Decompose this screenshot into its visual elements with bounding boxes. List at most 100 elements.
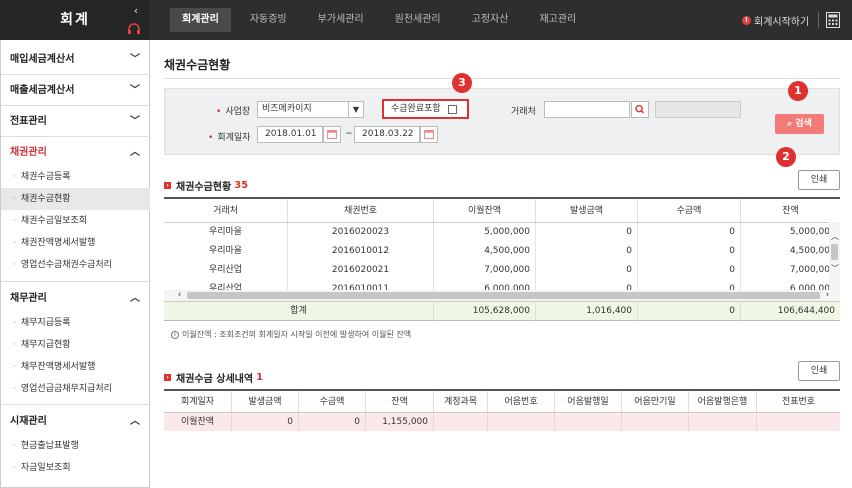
- table-cell: 0: [638, 242, 741, 261]
- start-accounting-link[interactable]: ! 회계시작하기: [742, 12, 809, 28]
- column-header[interactable]: 잔액: [741, 199, 840, 222]
- nav-tab-fixed-assets[interactable]: 고정자산: [460, 8, 521, 32]
- status-grid-header: 거래처 채권번호 이월잔액 발생금액 수금액 잔액: [164, 199, 840, 223]
- chevron-down-icon: ▼: [348, 102, 363, 117]
- column-header[interactable]: 어음발행은행: [689, 391, 757, 412]
- page-title: 채권수금현황: [164, 58, 231, 72]
- sidebar-item-payable-status[interactable]: 채무지급현황: [1, 334, 150, 356]
- table-cell: 2016020021: [288, 261, 434, 280]
- sidebar-section-sales-invoice[interactable]: 매출세금계산서 ﹀: [1, 76, 150, 106]
- sidebar-item-advance-receipt[interactable]: 영업선수금채권수금처리: [1, 254, 150, 276]
- table-row[interactable]: 이월잔액 0 0 1,155,000: [164, 413, 840, 431]
- column-header[interactable]: 발생금액: [536, 199, 638, 222]
- sidebar-section-voucher[interactable]: 전표관리 ﹀: [1, 107, 150, 137]
- headset-icon[interactable]: [126, 23, 142, 35]
- business-select[interactable]: 비즈메카이지 ▼: [257, 101, 364, 118]
- sidebar-item-advance-payment[interactable]: 영업선급금채무지급처리: [1, 378, 150, 400]
- include-completed-filter[interactable]: 수금완료포함: [382, 99, 469, 119]
- sidebar-item-fund-daily[interactable]: 자금일보조회: [1, 457, 150, 479]
- balance-note: i 이월잔액 : 조회조건의 회계일자 시작일 이전에 발생하여 이월된 잔액: [171, 329, 411, 340]
- sidebar-item-receivable-status[interactable]: 채권수금현황: [1, 188, 150, 210]
- chevron-up-icon: ︿: [130, 147, 140, 158]
- divider: [1, 404, 150, 405]
- column-header[interactable]: 전표번호: [757, 391, 840, 412]
- column-header[interactable]: 수금액: [638, 199, 741, 222]
- detail-count: 1: [256, 372, 264, 383]
- sidebar-section-purchase-invoice[interactable]: 매입세금계산서 ﹀: [1, 45, 150, 75]
- total-label: 합계: [164, 302, 434, 321]
- column-header[interactable]: 거래처: [164, 199, 288, 222]
- sidebar-section-payables[interactable]: 채무관리 ︿: [1, 284, 150, 314]
- section-marker-icon: ›: [164, 182, 171, 189]
- client-input[interactable]: [544, 101, 630, 118]
- print-button[interactable]: 인쇄: [798, 361, 840, 381]
- scroll-left-icon[interactable]: ‹: [174, 290, 185, 301]
- chevron-up-icon: ︿: [130, 416, 140, 427]
- scroll-down-icon[interactable]: ﹀: [830, 264, 840, 274]
- sidebar-item-receivable-daily[interactable]: 채권수금일보조회: [1, 210, 150, 232]
- nav-tab-withholding[interactable]: 원천세관리: [383, 8, 453, 32]
- column-header[interactable]: 이월잔액: [434, 199, 536, 222]
- start-accounting-label: 회계시작하기: [754, 16, 810, 28]
- balance-note-text: 이월잔액 : 조회조건의 회계일자 시작일 이전에 발생하여 이월된 잔액: [182, 330, 412, 339]
- table-cell: 우리산업: [164, 261, 288, 280]
- table-cell: 0: [638, 302, 741, 321]
- search-button[interactable]: ⌕ 검색: [775, 114, 824, 134]
- sidebar-item-payable-register[interactable]: 채무지급등록: [1, 312, 150, 334]
- sidebar-item-payable-balance[interactable]: 채무잔액명세서발행: [1, 356, 150, 378]
- table-cell: 0: [536, 261, 638, 280]
- table-cell: [622, 413, 689, 431]
- status-title-label: 채권수금현황: [176, 182, 232, 193]
- table-row[interactable]: 우리마을 2016010012 4,500,000 0 0 4,500,00: [164, 242, 830, 261]
- column-header[interactable]: 어음발행일: [555, 391, 622, 412]
- sidebar-item-receivable-register[interactable]: 채권수금등록: [1, 166, 150, 188]
- sidebar-section-label: 전표관리: [10, 116, 47, 127]
- table-row[interactable]: 우리마을 2016020023 5,000,000 0 0 5,000,00: [164, 223, 830, 242]
- table-cell: 이월잔액: [164, 413, 232, 431]
- period-label: • 회계일자: [208, 133, 251, 143]
- sidebar-item-receivable-balance[interactable]: 채권잔액명세서발행: [1, 232, 150, 254]
- scroll-up-icon[interactable]: ︿: [830, 232, 840, 242]
- column-header[interactable]: 어음만기일: [622, 391, 689, 412]
- scroll-right-icon[interactable]: ›: [822, 290, 833, 301]
- sidebar-item-cash-report[interactable]: 현금출납표발행: [1, 435, 150, 457]
- calculator-icon[interactable]: [826, 12, 840, 28]
- vertical-scroll-thumb[interactable]: [831, 244, 838, 260]
- sidebar-section-receivables[interactable]: 채권관리 ︿: [1, 138, 150, 168]
- column-header[interactable]: 수금액: [299, 391, 366, 412]
- nav-tab-accounting[interactable]: 회계관리: [170, 8, 231, 32]
- column-header[interactable]: 계정과목: [434, 391, 488, 412]
- date-from-input[interactable]: 2018.01.01: [257, 126, 323, 143]
- nav-tab-vat[interactable]: 부가세관리: [306, 8, 376, 32]
- sidebar-section-label: 매입세금계산서: [10, 54, 75, 65]
- table-cell: 우리마을: [164, 242, 288, 261]
- search-button-label: 검색: [795, 119, 812, 129]
- table-cell: 0: [299, 413, 366, 431]
- divider: [164, 78, 840, 79]
- nav-tab-inventory[interactable]: 재고관리: [527, 8, 588, 32]
- table-row[interactable]: 우리산업 2016020021 7,000,000 0 0 7,000,00: [164, 261, 830, 280]
- collapse-sidebar-button[interactable]: ‹: [128, 4, 144, 18]
- date-to-input[interactable]: 2018.03.22: [354, 126, 420, 143]
- search-icon[interactable]: [631, 101, 649, 118]
- nav-tab-auto-evidence[interactable]: 자동증빙: [238, 8, 299, 32]
- table-cell: 0: [232, 413, 299, 431]
- column-header[interactable]: 발생금액: [232, 391, 299, 412]
- column-header[interactable]: 채권번호: [288, 199, 434, 222]
- sidebar-section-cash[interactable]: 시재관리 ︿: [1, 407, 150, 437]
- table-cell: 1,155,000: [366, 413, 434, 431]
- sidebar-section-label: 채무관리: [10, 293, 47, 304]
- column-header[interactable]: 어음번호: [488, 391, 555, 412]
- info-icon: !: [742, 15, 751, 25]
- calendar-icon[interactable]: [323, 126, 341, 143]
- column-header[interactable]: 잔액: [366, 391, 434, 412]
- horizontal-scroll-thumb[interactable]: [187, 292, 820, 299]
- table-cell: [689, 413, 757, 431]
- callout-badge-3: 3: [452, 73, 472, 93]
- table-cell: 5,000,00: [789, 227, 830, 237]
- calendar-icon[interactable]: [420, 126, 438, 143]
- include-completed-checkbox[interactable]: [448, 105, 457, 114]
- table-cell: 7,000,000: [434, 261, 536, 280]
- column-header[interactable]: 회계일자: [164, 391, 232, 412]
- print-button[interactable]: 인쇄: [798, 170, 840, 190]
